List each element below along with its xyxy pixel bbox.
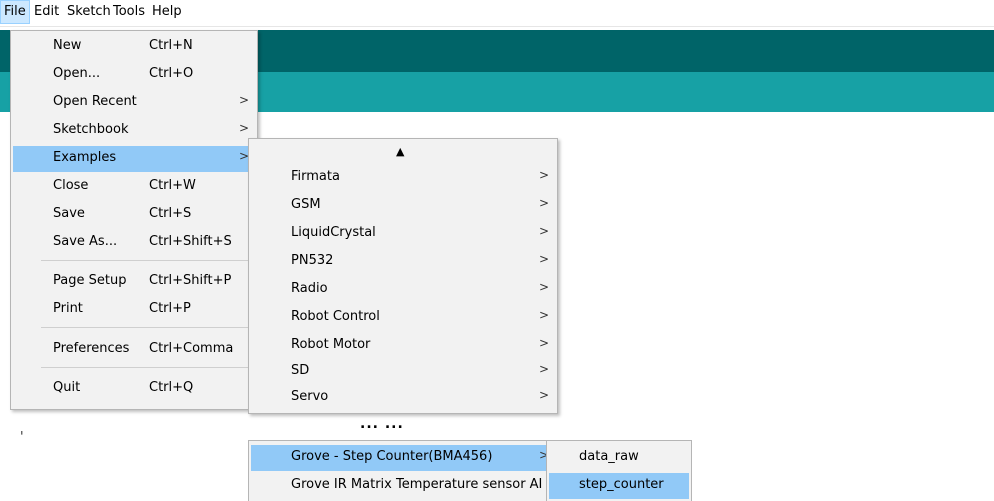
menu-item-open[interactable]: Open... Ctrl+O: [13, 62, 255, 88]
menu-item-shortcut: Ctrl+N: [149, 38, 193, 53]
submenu-item-label: Grove - Step Counter(BMA456): [291, 449, 493, 464]
scroll-up-arrow-icon[interactable]: ▲: [396, 145, 404, 158]
chevron-right-icon: >: [538, 196, 549, 210]
menu-item-label: Save: [53, 206, 85, 221]
menu-item-label: Save As...: [53, 234, 118, 249]
menu-item-label: Open...: [53, 66, 101, 81]
menubar: File Edit Sketch Tools Help: [0, 0, 994, 27]
menu-item-label: New: [53, 38, 82, 53]
submenu-item-label: SD: [291, 363, 310, 378]
submenu-item-pn532[interactable]: PN532 >: [251, 249, 555, 275]
submenu-item-step-counter[interactable]: step_counter: [549, 473, 689, 499]
menu-item-label: Page Setup: [53, 273, 127, 288]
menu-item-quit[interactable]: Quit Ctrl+Q: [13, 376, 255, 402]
menu-separator: [41, 367, 253, 368]
menu-item-label: Sketchbook: [53, 122, 129, 137]
menu-item-label: Examples: [53, 150, 117, 165]
editor-text: ': [20, 430, 24, 445]
submenu-item-grove-step-counter[interactable]: Grove - Step Counter(BMA456) >: [251, 445, 555, 471]
menu-item-shortcut: Ctrl+Shift+S: [149, 234, 232, 249]
submenu-item-label: GSM: [291, 197, 321, 212]
menu-item-shortcut: Ctrl+Q: [149, 380, 194, 395]
menu-item-preferences[interactable]: Preferences Ctrl+Comma: [13, 337, 255, 363]
menu-separator: [41, 327, 253, 328]
submenu-item-gsm[interactable]: GSM >: [251, 193, 555, 219]
menu-item-page-setup[interactable]: Page Setup Ctrl+Shift+P: [13, 269, 255, 295]
menu-help[interactable]: Help: [149, 0, 185, 24]
chevron-right-icon: >: [538, 308, 549, 322]
submenu-item-label: Servo: [291, 389, 329, 404]
submenu-item-label: data_raw: [579, 449, 639, 464]
step-counter-submenu: data_raw step_counter: [546, 440, 692, 501]
submenu-item-label: Robot Motor: [291, 337, 371, 352]
submenu-item-label: Radio: [291, 281, 328, 296]
menu-item-save-as[interactable]: Save As... Ctrl+Shift+S: [13, 230, 255, 256]
menu-item-label: Close: [53, 178, 89, 193]
menu-item-label: Open Recent: [53, 94, 137, 109]
submenu-item-label: step_counter: [579, 477, 664, 492]
menu-item-shortcut: Ctrl+S: [149, 206, 192, 221]
submenu-item-sd[interactable]: SD >: [251, 359, 555, 385]
menu-item-label: Print: [53, 301, 83, 316]
submenu-item-label: Robot Control: [291, 309, 380, 324]
menu-item-shortcut: Ctrl+P: [149, 301, 191, 316]
examples-submenu: ▲ Firmata > GSM > LiquidCrystal > PN532 …: [248, 138, 558, 414]
submenu-item-liquidcrystal[interactable]: LiquidCrystal >: [251, 221, 555, 247]
menu-item-close[interactable]: Close Ctrl+W: [13, 174, 255, 200]
menu-item-examples[interactable]: Examples >: [13, 146, 255, 172]
chevron-right-icon: >: [538, 168, 549, 182]
chevron-right-icon: >: [538, 362, 549, 376]
menu-file[interactable]: File: [0, 0, 30, 24]
submenu-item-robot-motor[interactable]: Robot Motor >: [251, 333, 555, 359]
submenu-item-data-raw[interactable]: data_raw: [549, 445, 689, 471]
examples-submenu-lower: Grove - Step Counter(BMA456) > Grove IR …: [248, 440, 558, 501]
submenu-item-label: PN532: [291, 253, 334, 268]
menu-item-shortcut: Ctrl+Comma: [149, 341, 234, 356]
ellipsis-text: ... ...: [360, 416, 404, 432]
menu-item-save[interactable]: Save Ctrl+S: [13, 202, 255, 228]
submenu-item-grove-ir-matrix[interactable]: Grove IR Matrix Temperature sensor AI: [251, 473, 555, 499]
chevron-right-icon: >: [538, 224, 549, 238]
menu-item-print[interactable]: Print Ctrl+P: [13, 297, 255, 323]
chevron-right-icon: >: [538, 336, 549, 350]
menu-item-shortcut: Ctrl+Shift+P: [149, 273, 232, 288]
chevron-right-icon: >: [538, 252, 549, 266]
menu-item-label: Preferences: [53, 341, 130, 356]
submenu-item-servo[interactable]: Servo >: [251, 385, 555, 411]
chevron-right-icon: >: [538, 388, 549, 402]
file-menu: New Ctrl+N Open... Ctrl+O Open Recent > …: [10, 30, 258, 410]
submenu-item-firmata[interactable]: Firmata >: [251, 165, 555, 191]
submenu-item-label: Grove IR Matrix Temperature sensor AI: [291, 477, 543, 492]
menu-edit[interactable]: Edit: [31, 0, 62, 24]
submenu-item-radio[interactable]: Radio >: [251, 277, 555, 303]
menu-separator: [41, 260, 253, 261]
submenu-item-label: LiquidCrystal: [291, 225, 376, 240]
chevron-right-icon: >: [238, 121, 249, 135]
menu-tools[interactable]: Tools: [110, 0, 148, 24]
chevron-right-icon: >: [538, 280, 549, 294]
menu-item-shortcut: Ctrl+W: [149, 178, 196, 193]
chevron-right-icon: >: [238, 93, 249, 107]
submenu-item-robot-control[interactable]: Robot Control >: [251, 305, 555, 331]
menu-item-shortcut: Ctrl+O: [149, 66, 194, 81]
menu-item-new[interactable]: New Ctrl+N: [13, 34, 255, 60]
submenu-item-label: Firmata: [291, 169, 340, 184]
menu-item-sketchbook[interactable]: Sketchbook >: [13, 118, 255, 144]
menu-item-label: Quit: [53, 380, 81, 395]
menu-sketch[interactable]: Sketch: [64, 0, 114, 24]
menu-item-open-recent[interactable]: Open Recent >: [13, 90, 255, 116]
